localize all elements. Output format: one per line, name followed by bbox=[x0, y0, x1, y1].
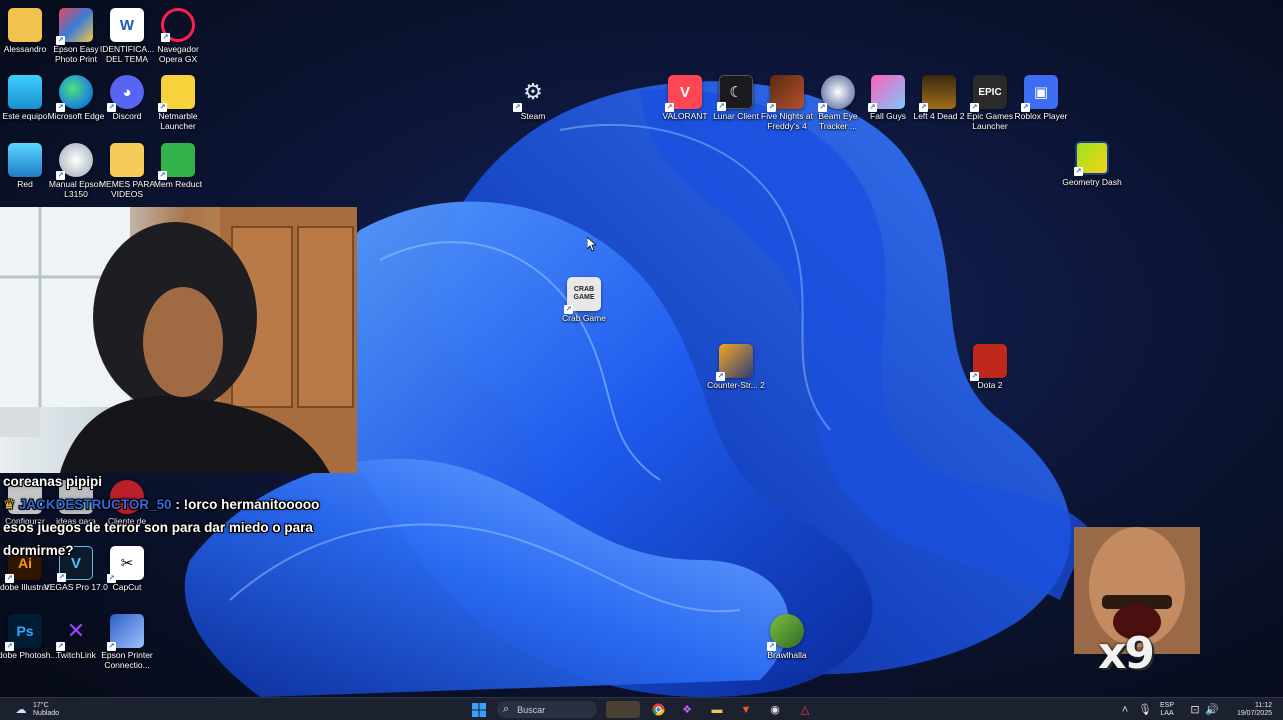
clock[interactable]: 11:12 19/07/2025 bbox=[1226, 702, 1272, 718]
lunar-client-icon: ☾ ↗ bbox=[717, 75, 753, 111]
desktop-icon-crab-game[interactable]: CRAB GAME ↗ Crab Game bbox=[552, 277, 616, 323]
webcam-person-image bbox=[0, 207, 357, 473]
fnaf-icon: ↗ bbox=[767, 75, 804, 112]
edge-icon: ↗ bbox=[56, 75, 93, 112]
weather-widget[interactable]: 17°C Nublado bbox=[33, 702, 59, 718]
brave-icon[interactable]: ▼ bbox=[737, 701, 755, 718]
counter-strike-icon: ↗ bbox=[716, 344, 753, 381]
left4dead2-icon: ↗ bbox=[919, 75, 956, 112]
epic-games-icon: EPIC ↗ bbox=[970, 75, 1007, 112]
mouse-cursor-icon bbox=[587, 237, 597, 252]
search-icon: ⌕ bbox=[503, 703, 510, 715]
chrome-logo bbox=[651, 703, 665, 716]
weather-icon[interactable]: ☁ bbox=[12, 701, 30, 718]
desktop-icon-roblox[interactable]: ▣ ↗ Roblox Player bbox=[1009, 75, 1073, 121]
taskbar: ☁ 17°C Nublado ⌕ Buscar ❖ ▬ ▼ ◉ △ ˄ 🎙 ES… bbox=[0, 697, 1283, 720]
desktop-icon-opera-gx[interactable]: ↗ Navegador Opera GX bbox=[146, 8, 210, 64]
discord-icon: ◕ ↗ bbox=[107, 75, 144, 112]
word-document-icon: W bbox=[110, 8, 144, 42]
app-triangle-icon[interactable]: △ bbox=[796, 701, 814, 718]
chat-message: ♛ JACKDESTRUCTOR_50 : !orco hermanitoooo… bbox=[3, 493, 363, 516]
language-indicator[interactable]: ESP LAA bbox=[1160, 702, 1174, 718]
steam-icon: ⚙ ↗ bbox=[513, 79, 543, 112]
geometry-dash-icon: ↗ bbox=[1074, 141, 1109, 176]
desktop-icon-counter-strike-2[interactable]: ↗ Counter-Str... 2 bbox=[704, 344, 768, 390]
crown-icon: ♛ bbox=[3, 497, 16, 512]
webcam-overlay bbox=[0, 207, 357, 473]
desktop-icon-mem-reduct[interactable]: ↗ Mem Reduct bbox=[146, 143, 210, 189]
chat-message-text: : !orco hermanitooooo bbox=[171, 497, 320, 512]
folder-icon bbox=[110, 143, 144, 177]
windows-logo-icon bbox=[472, 702, 486, 717]
network-tray-icon[interactable]: ⊡ bbox=[1186, 701, 1204, 718]
chat-message: esos juegos de terror son para dar miedo… bbox=[3, 520, 313, 558]
search-highlight-icon[interactable] bbox=[606, 701, 640, 718]
microphone-icon[interactable]: 🎙 bbox=[1136, 701, 1154, 718]
opera-gx-icon: ↗ bbox=[161, 8, 195, 42]
chrome-icon[interactable] bbox=[649, 701, 667, 718]
dota2-icon: ↗ bbox=[970, 344, 1007, 381]
desktop-icon-epson-printer[interactable]: ↗ Epson Printer Connectio... bbox=[95, 614, 159, 670]
brawlhalla-icon: ↗ bbox=[767, 614, 804, 651]
taskbar-search-box[interactable]: ⌕ Buscar bbox=[497, 701, 597, 718]
copilot-icon[interactable]: ❖ bbox=[678, 701, 696, 718]
chevron-up-icon[interactable]: ˄ bbox=[1116, 701, 1134, 718]
printer-icon: ↗ bbox=[107, 614, 144, 651]
file-explorer-icon[interactable]: ▬ bbox=[708, 701, 726, 718]
disc-icon: ↗ bbox=[56, 143, 93, 180]
start-button[interactable] bbox=[470, 701, 488, 718]
desktop-icon-netmarble[interactable]: ↗ Netmarble Launcher bbox=[146, 75, 210, 131]
desktop-icon-brawlhalla[interactable]: ↗ Brawlhalla bbox=[755, 614, 819, 660]
desktop-icon-dota2[interactable]: ↗ Dota 2 bbox=[958, 344, 1022, 390]
epson-photo-icon: ↗ bbox=[56, 8, 93, 45]
twitchlink-icon: ✕ ↗ bbox=[56, 618, 86, 651]
desktop-icon-steam[interactable]: ⚙ ↗ Steam bbox=[501, 75, 565, 121]
valorant-icon: V ↗ bbox=[665, 75, 702, 112]
crab-game-icon: CRAB GAME ↗ bbox=[564, 277, 601, 314]
chat-username: JACKDESTRUCTOR_50 bbox=[18, 497, 172, 512]
folder-icon bbox=[8, 8, 42, 42]
meme-multiplier-badge: x9 bbox=[1098, 628, 1155, 679]
network-icon bbox=[8, 143, 42, 177]
beam-eye-icon: ↗ bbox=[818, 75, 855, 112]
fall-guys-icon: ↗ bbox=[868, 75, 905, 112]
obs-icon[interactable]: ◉ bbox=[766, 701, 784, 718]
stream-chat: coreanas pipipi ♛ JACKDESTRUCTOR_50 : !o… bbox=[3, 470, 363, 562]
desktop-icon-geometry-dash[interactable]: ↗ Geometry Dash bbox=[1060, 141, 1124, 187]
chat-message: coreanas pipipi bbox=[3, 474, 103, 489]
roblox-icon: ▣ ↗ bbox=[1021, 75, 1058, 112]
mem-reduct-icon: ↗ bbox=[158, 143, 195, 180]
computer-icon bbox=[8, 75, 42, 109]
volume-icon[interactable]: 🔊 bbox=[1203, 701, 1221, 718]
netmarble-icon: ↗ bbox=[158, 75, 195, 112]
photoshop-icon: Ps ↗ bbox=[5, 614, 42, 651]
